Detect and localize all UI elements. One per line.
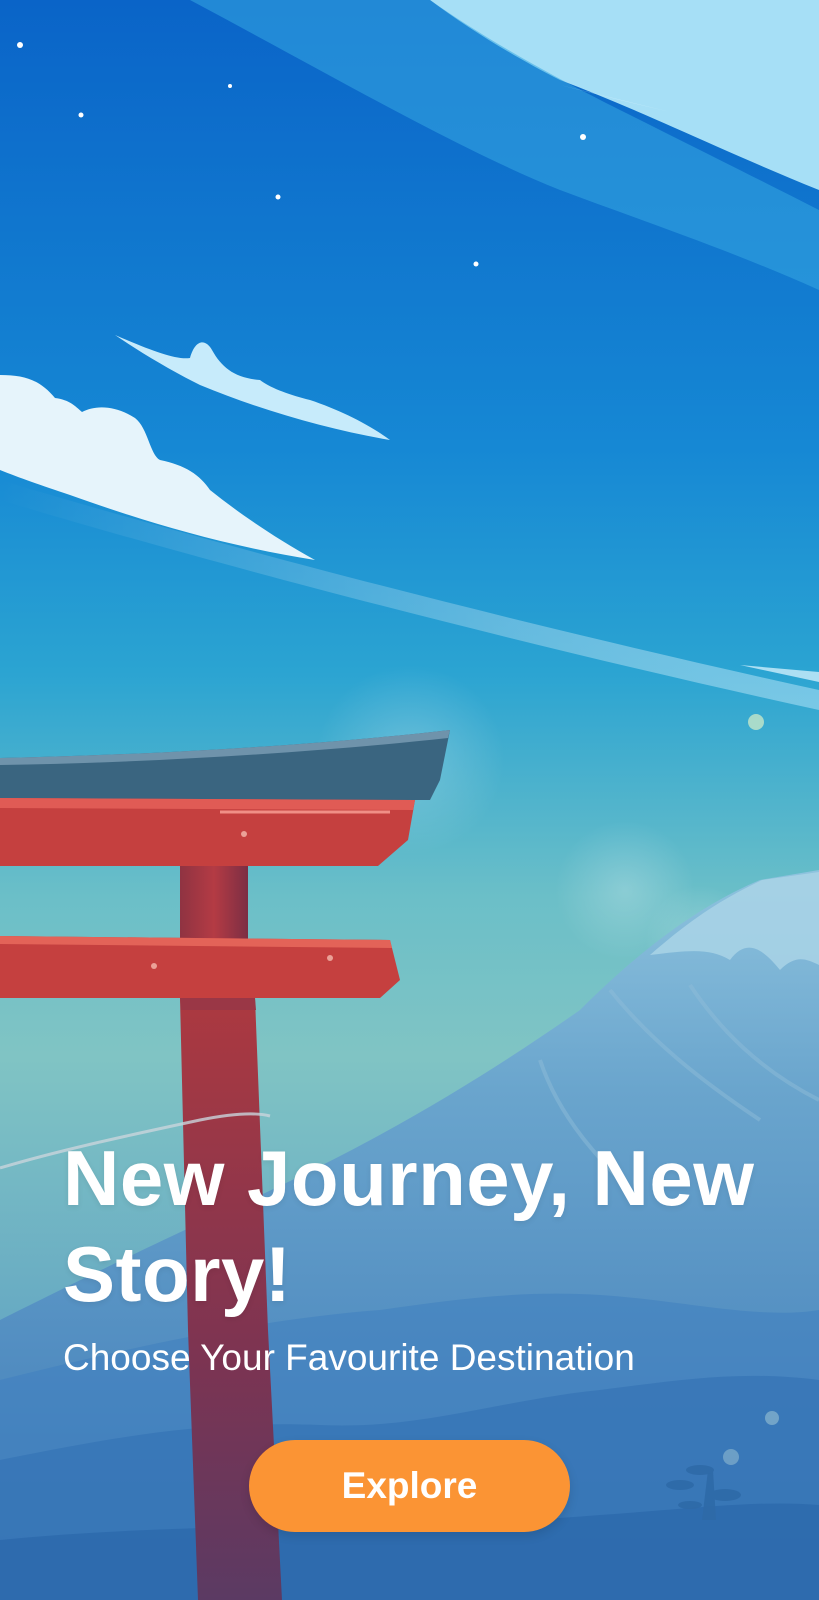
explore-button[interactable]: Explore xyxy=(249,1440,570,1532)
welcome-text: New Journey, New Story! Choose Your Favo… xyxy=(63,1130,803,1380)
splash-screen: New Journey, New Story! Choose Your Favo… xyxy=(0,0,819,1600)
page-subtitle: Choose Your Favourite Destination xyxy=(63,1337,635,1378)
page-title: New Journey, New Story! xyxy=(63,1134,755,1318)
